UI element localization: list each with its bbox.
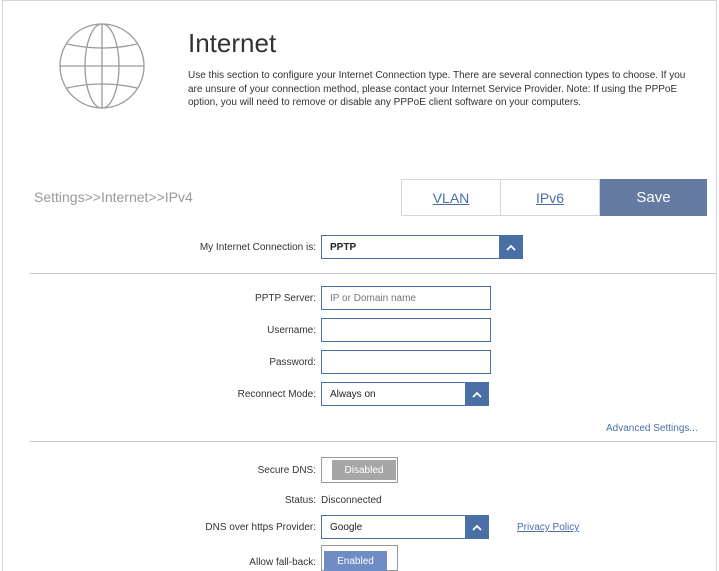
username-input[interactable]	[321, 318, 491, 342]
pptp-server-label: PPTP Server:	[255, 293, 316, 304]
tab-vlan[interactable]: VLAN	[401, 179, 501, 216]
dns-provider-select[interactable]: Google	[321, 515, 489, 539]
allow-fallback-label: Allow fall-back:	[249, 557, 316, 568]
chevron-up-icon[interactable]	[465, 383, 488, 405]
dns-provider-value: Google	[330, 521, 363, 533]
globe-icon	[59, 23, 145, 109]
secure-dns-state: Disabled	[332, 460, 396, 480]
reconnect-mode-select[interactable]: Always on	[321, 382, 489, 406]
status-label: Status:	[284, 495, 316, 506]
allow-fallback-state: Enabled	[324, 551, 387, 571]
connection-type-select[interactable]: PPTP	[321, 235, 523, 259]
reconnect-mode-value: Always on	[330, 388, 376, 400]
password-label: Password:	[269, 357, 316, 368]
secure-dns-label: Secure DNS:	[257, 465, 316, 476]
status-value: Disconnected	[321, 495, 382, 506]
allow-fallback-toggle[interactable]: Enabled	[321, 545, 398, 571]
breadcrumb: Settings>>Internet>>IPv4	[34, 189, 193, 205]
connection-type-value: PPTP	[330, 241, 357, 253]
password-input[interactable]	[321, 350, 491, 374]
reconnect-mode-label: Reconnect Mode:	[237, 389, 316, 400]
save-button[interactable]: Save	[600, 179, 707, 216]
chevron-up-icon[interactable]	[465, 516, 488, 538]
advanced-settings-link[interactable]: Advanced Settings...	[606, 423, 698, 434]
connection-type-label: My Internet Connection is:	[199, 242, 316, 253]
privacy-policy-link[interactable]: Privacy Policy	[517, 522, 579, 533]
section-divider	[30, 441, 717, 442]
page-description: Use this section to configure your Inter…	[188, 70, 686, 108]
section-divider	[30, 273, 717, 274]
page-title: Internet	[188, 28, 277, 58]
secure-dns-toggle[interactable]: Disabled	[321, 457, 398, 483]
chevron-up-icon[interactable]	[499, 236, 522, 258]
pptp-server-input[interactable]	[321, 286, 491, 310]
dns-provider-label: DNS over https Provider:	[205, 522, 316, 533]
username-label: Username:	[267, 325, 316, 336]
tab-ipv6[interactable]: IPv6	[500, 179, 600, 216]
